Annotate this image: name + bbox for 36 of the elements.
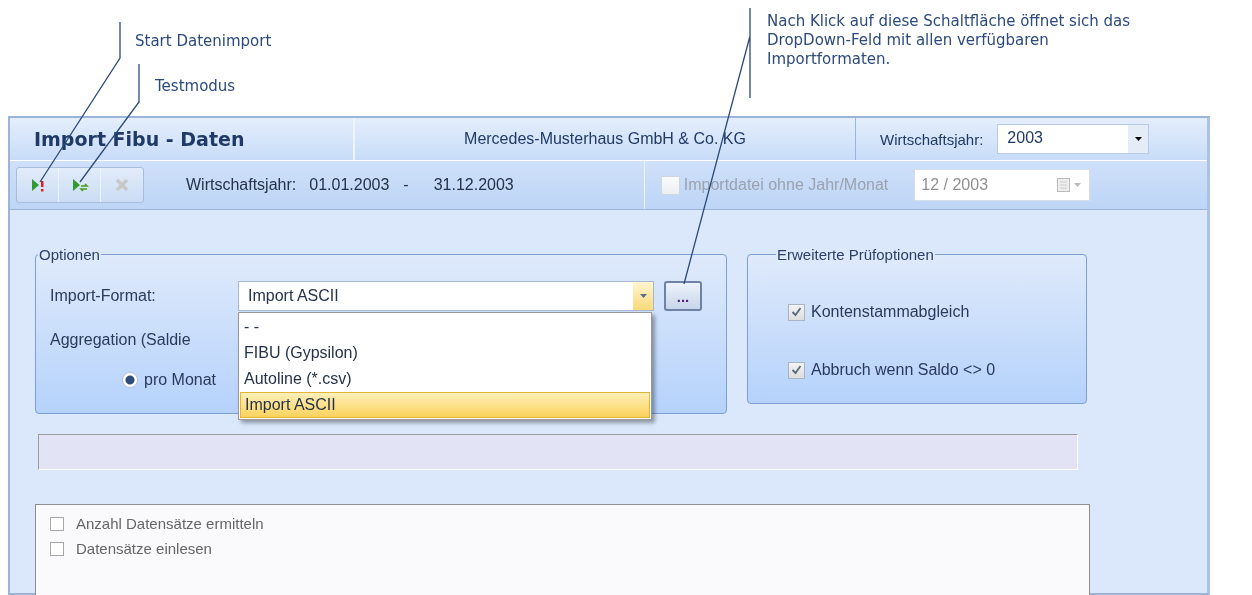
period-separator: - <box>403 176 409 194</box>
callout-text: Testmodus <box>155 77 236 96</box>
period-end: 31.12.2003 <box>433 176 514 194</box>
callout-text: Nach Klick auf diese Schaltfläche öffnet sich das DropDown-Feld mit allen verfügbaren Importformaten. <box>767 12 1132 69</box>
browse-button[interactable]: ... <box>664 281 702 311</box>
checkbox[interactable] <box>788 303 805 321</box>
play-warning-icon <box>29 177 46 193</box>
period-label: Wirtschaftsjahr: <box>186 176 297 194</box>
play-refresh-icon <box>70 177 89 193</box>
aggregation-label: Aggregation (Saldie <box>50 331 192 349</box>
import-format-label: Import-Format: <box>50 287 157 305</box>
year-label: Wirtschaftsjahr: <box>880 130 984 148</box>
checkbox[interactable] <box>50 541 64 556</box>
callout-text: Start Datenimport <box>135 32 272 51</box>
calendar-icon <box>1057 178 1084 192</box>
company-name: Mercedes-Musterhaus GmbH & Co. KG <box>355 118 856 160</box>
checkbox[interactable] <box>788 361 805 379</box>
caret-icon <box>1134 137 1142 141</box>
import-format-dropdown[interactable]: Import ASCII <box>238 281 654 311</box>
checkbox-label: Kontenstammabgleich <box>811 303 970 321</box>
dropdown-option[interactable]: FIBU (Gypsilon) <box>240 340 650 366</box>
checkbox-label: Abbruch wenn Saldo <> 0 <box>811 361 996 379</box>
year-dropdown[interactable]: 2003 <box>997 124 1150 154</box>
step-label: Anzahl Datensätze ermitteln <box>76 515 264 532</box>
group-title: Erweiterte Prüfoptionen <box>776 246 935 263</box>
group-title: Optionen <box>38 246 101 263</box>
dropdown-option[interactable]: Import ASCII <box>240 392 650 418</box>
radio-label: pro Monat <box>144 371 217 389</box>
step-label: Datensätze einlesen <box>76 540 212 557</box>
dropdown-option[interactable]: - - <box>240 314 650 340</box>
caret-icon <box>639 294 647 298</box>
checkbox[interactable] <box>50 516 64 531</box>
period-start: 01.01.2003 <box>309 176 390 194</box>
radio-button[interactable] <box>122 372 138 388</box>
dropdown-option[interactable]: Autoline (*.csv) <box>240 366 650 392</box>
close-icon <box>114 177 130 193</box>
